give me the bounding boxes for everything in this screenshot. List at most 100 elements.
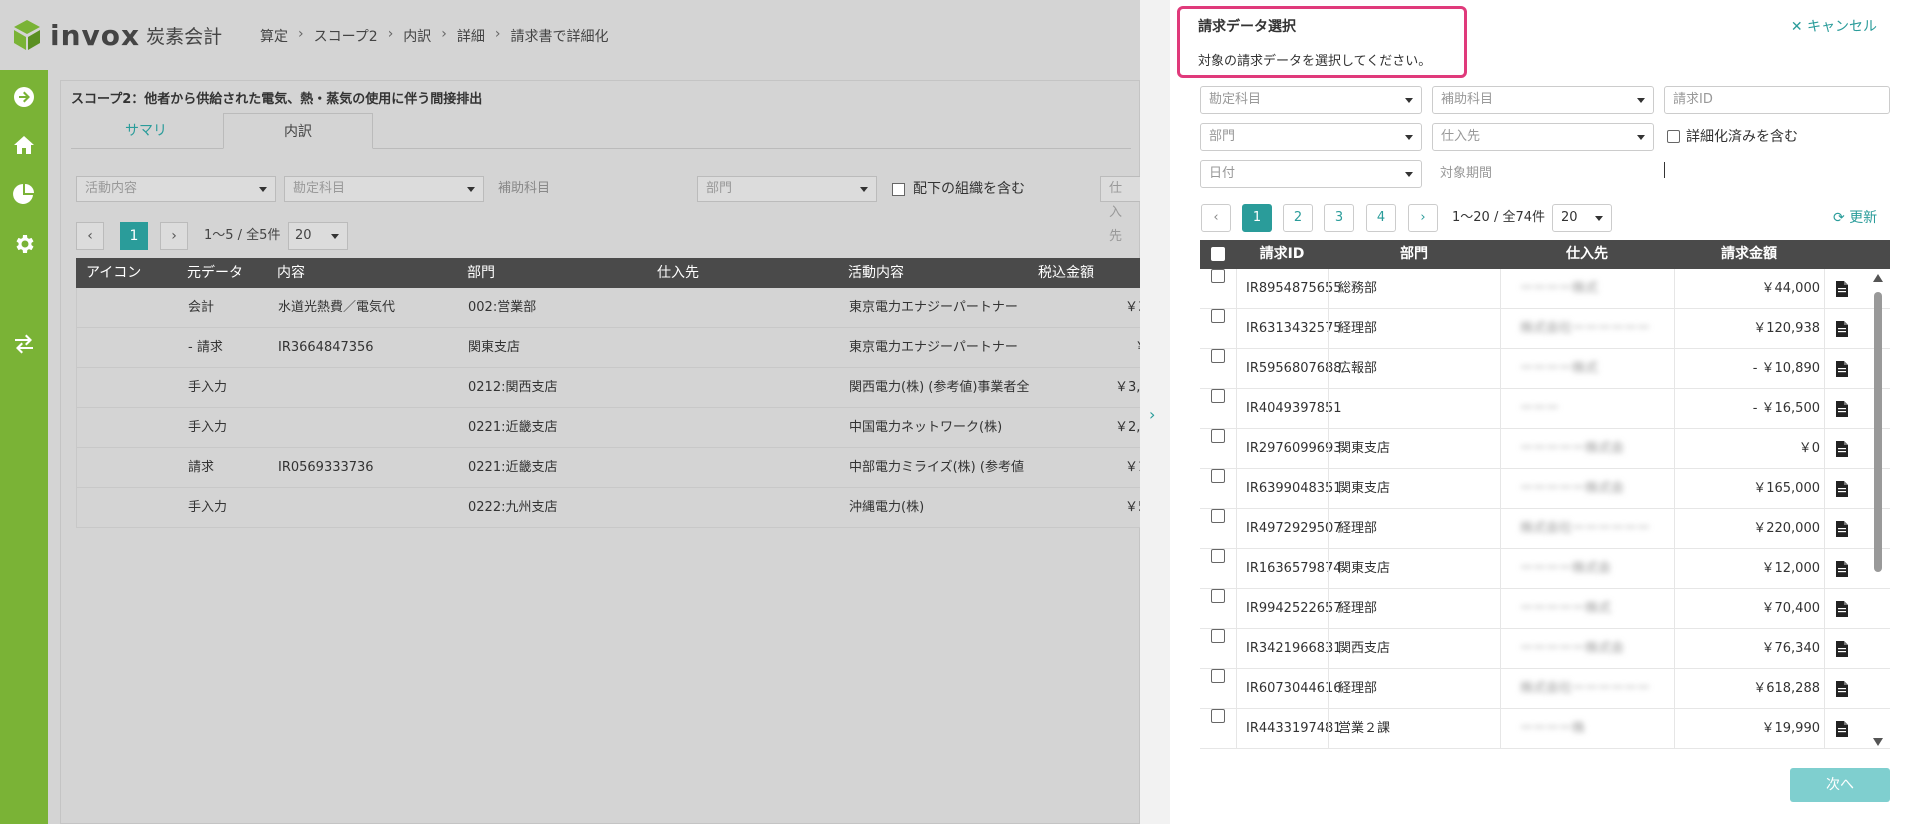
- table-row[interactable]: ‐ 請求 IR3664847356 関東支店 東京電力エナジーパートナー ￥: [77, 328, 1148, 368]
- breadcrumb-item[interactable]: スコープ2: [314, 26, 378, 46]
- scroll-thumb[interactable]: [1874, 292, 1882, 572]
- breadcrumb-item[interactable]: 詳細: [457, 26, 485, 46]
- scroll-down-icon[interactable]: [1873, 738, 1883, 746]
- table-row[interactable]: IR8954875655 総務部 ーーーー株式 ￥44,000: [1200, 269, 1890, 309]
- panel-supplier-select[interactable]: 仕入先: [1432, 123, 1654, 151]
- document-icon[interactable]: [1836, 321, 1848, 337]
- department-select[interactable]: 部門: [697, 176, 877, 202]
- table-row[interactable]: IR4972929507 経理部 株式会社ーーーーーー ￥220,000: [1200, 509, 1890, 549]
- logo-sub: 炭素会計: [146, 25, 223, 48]
- table-row[interactable]: IR4433197481 営業２課 ーーーー株 ￥19,990: [1200, 709, 1890, 749]
- cell-department: 経理部: [1338, 521, 1378, 536]
- table-row[interactable]: IR4049397851 ーーー - ￥16,500: [1200, 389, 1890, 429]
- document-icon[interactable]: [1836, 521, 1848, 537]
- col-divider: [1674, 469, 1675, 509]
- table-row[interactable]: 手入力 0221:近畿支店 中国電力ネットワーク(株) ￥2,9: [77, 408, 1149, 448]
- pie-chart-icon[interactable]: [12, 182, 36, 206]
- row-checkbox[interactable]: [1211, 429, 1225, 443]
- sub-account-field[interactable]: 補助科目: [498, 176, 550, 202]
- page-button[interactable]: 1: [120, 222, 148, 250]
- panel-page-button[interactable]: 3: [1324, 204, 1354, 232]
- exchange-icon[interactable]: [12, 332, 36, 356]
- tab-summary[interactable]: サマリ: [71, 113, 221, 149]
- app-logo[interactable]: invox 炭素会計: [12, 18, 222, 52]
- table-row[interactable]: IR6399048351 関東支店 ーーーーー株式会 ￥165,000: [1200, 469, 1890, 509]
- row-checkbox[interactable]: [1211, 469, 1225, 483]
- panel-page-button[interactable]: 2: [1283, 204, 1313, 232]
- cell-supplier: ーーーーー株式会: [1520, 641, 1625, 656]
- document-icon[interactable]: [1836, 561, 1848, 577]
- home-icon[interactable]: [12, 133, 36, 157]
- account-select[interactable]: 勘定科目: [284, 176, 484, 202]
- activity-select[interactable]: 活動内容: [76, 176, 276, 202]
- panel-date-select[interactable]: 日付: [1200, 160, 1422, 188]
- arrow-right-circle-icon[interactable]: [12, 85, 36, 109]
- document-icon[interactable]: [1836, 361, 1848, 377]
- panel-per-page-select[interactable]: 20: [1552, 204, 1612, 232]
- row-checkbox[interactable]: [1211, 549, 1225, 563]
- refresh-button[interactable]: ⟳ 更新: [1833, 204, 1877, 232]
- gear-icon[interactable]: [12, 232, 36, 256]
- table-row[interactable]: IR3421966831 関西支店 ーーーーー株式会 ￥76,340: [1200, 629, 1890, 669]
- table-row[interactable]: IR2976099693 関東支店 ーーーーー株式会 ￥0: [1200, 429, 1890, 469]
- document-icon[interactable]: [1836, 681, 1848, 697]
- document-icon[interactable]: [1836, 721, 1848, 737]
- row-checkbox[interactable]: [1211, 309, 1225, 323]
- document-icon[interactable]: [1836, 601, 1848, 617]
- row-checkbox[interactable]: [1211, 509, 1225, 523]
- row-checkbox[interactable]: [1211, 349, 1225, 363]
- table-row[interactable]: IR1636579874 関東支店 ーーーー株式会 ￥12,000: [1200, 549, 1890, 589]
- document-icon[interactable]: [1836, 481, 1848, 497]
- document-icon[interactable]: [1836, 641, 1848, 657]
- panel-prev-page-button[interactable]: ‹: [1201, 204, 1231, 232]
- include-children-checkbox[interactable]: [892, 183, 905, 196]
- col-divider: [1328, 269, 1329, 309]
- row-checkbox[interactable]: [1211, 269, 1225, 283]
- col-divider: [1824, 309, 1825, 349]
- panel-collapse-strip[interactable]: ›: [1140, 0, 1170, 824]
- panel-sub-account-label: 補助科目: [1441, 92, 1494, 107]
- cancel-button[interactable]: ✕ キャンセル: [1791, 16, 1877, 36]
- page-title: スコープ2：他者から供給された電気、熱・蒸気の使用に伴う間接排出: [71, 92, 483, 107]
- supplier-select[interactable]: 仕入先: [1100, 176, 1140, 244]
- panel-sub-account-select[interactable]: 補助科目: [1432, 86, 1654, 114]
- invoice-id-input[interactable]: 請求ID: [1664, 86, 1890, 114]
- prev-page-button[interactable]: ‹: [76, 222, 104, 250]
- document-icon[interactable]: [1836, 281, 1848, 297]
- table-row[interactable]: 手入力 0222:九州支店 沖縄電力(株) ￥5: [77, 488, 1146, 528]
- panel-account-select[interactable]: 勘定科目: [1200, 86, 1422, 114]
- panel-next-page-button[interactable]: ›: [1408, 204, 1438, 232]
- document-icon[interactable]: [1836, 401, 1848, 417]
- target-period-field[interactable]: 対象期間: [1440, 160, 1492, 188]
- table-row[interactable]: 請求 IR0569333736 0221:近畿支店 中部電力ミライズ(株) (参…: [77, 448, 1146, 488]
- table-row[interactable]: 会計 水道光熱費／電気代 002:営業部 東京電力エナジーパートナー ￥3,8: [77, 288, 1159, 328]
- include-detailed-checkbox[interactable]: [1667, 130, 1680, 143]
- row-checkbox[interactable]: [1211, 669, 1225, 683]
- table-row[interactable]: IR6313432575 経理部 株式会社ーーーーーー ￥120,938: [1200, 309, 1890, 349]
- document-icon[interactable]: [1836, 441, 1848, 457]
- table-row[interactable]: IR6073044616 経理部 株式会社ーーーーーー ￥618,288: [1200, 669, 1890, 709]
- panel-account-label: 勘定科目: [1209, 92, 1262, 107]
- breadcrumb-item[interactable]: 算定: [260, 26, 288, 46]
- breadcrumb-item[interactable]: 内訳: [403, 26, 431, 46]
- select-all-checkbox[interactable]: [1211, 247, 1225, 261]
- row-checkbox[interactable]: [1211, 709, 1225, 723]
- row-checkbox[interactable]: [1211, 629, 1225, 643]
- col-divider: [1674, 309, 1675, 349]
- tab-breakdown[interactable]: 内訳: [223, 113, 373, 149]
- per-page-select[interactable]: 20: [288, 222, 348, 250]
- col-divider: [1328, 349, 1329, 389]
- row-checkbox[interactable]: [1211, 389, 1225, 403]
- table-row[interactable]: 手入力 0212:関西支店 関西電力(株) (参考値)事業者全 ￥3,0: [77, 368, 1149, 408]
- next-page-button[interactable]: ›: [160, 222, 188, 250]
- scroll-up-icon[interactable]: [1873, 274, 1883, 282]
- row-checkbox[interactable]: [1211, 589, 1225, 603]
- table-row[interactable]: IR5956807688 広報部 ーーーー株式 - ￥10,890: [1200, 349, 1890, 389]
- panel-department-select[interactable]: 部門: [1200, 123, 1422, 151]
- next-button[interactable]: 次へ: [1790, 768, 1890, 802]
- panel-page-button[interactable]: 4: [1366, 204, 1396, 232]
- invoice-table-scrollbar[interactable]: [1871, 274, 1885, 748]
- panel-page-button[interactable]: 1: [1242, 204, 1272, 232]
- chevron-right-icon[interactable]: ›: [1149, 405, 1155, 424]
- table-row[interactable]: IR9942522657 経理部 ーーーーー株式 ￥70,400: [1200, 589, 1890, 629]
